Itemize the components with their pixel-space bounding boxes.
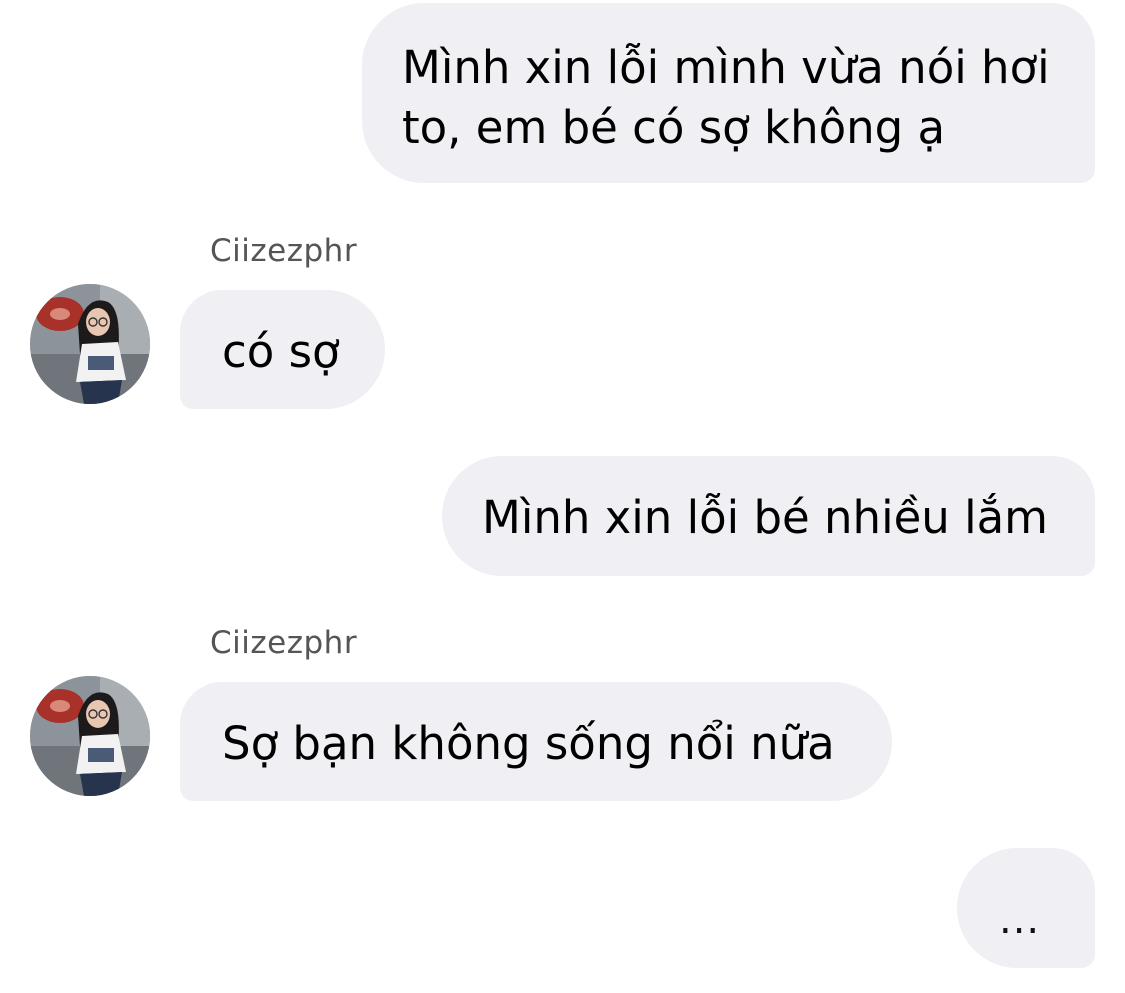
incoming-message-bubble[interactable]: Sợ bạn không sống nổi nữa: [180, 682, 892, 801]
sender-name: Ciizezphr: [210, 625, 358, 661]
profile-photo-icon: [30, 676, 150, 796]
outgoing-message-bubble[interactable]: ...: [957, 848, 1095, 968]
profile-photo-icon: [30, 284, 150, 404]
message-text: Mình xin lỗi mình vừa nói hơi to, em bé …: [402, 41, 1050, 154]
message-text: ...: [999, 897, 1041, 943]
outgoing-message-bubble[interactable]: Mình xin lỗi mình vừa nói hơi to, em bé …: [362, 3, 1095, 183]
outgoing-message-bubble[interactable]: Mình xin lỗi bé nhiều lắm: [442, 456, 1095, 576]
message-text: Mình xin lỗi bé nhiều lắm: [482, 491, 1048, 544]
sender-avatar[interactable]: [30, 284, 150, 404]
message-text: Sợ bạn không sống nổi nữa: [222, 717, 835, 770]
chat-thread: Mình xin lỗi mình vừa nói hơi to, em bé …: [0, 0, 1125, 993]
message-text: có sợ: [222, 325, 340, 378]
incoming-message-bubble[interactable]: có sợ: [180, 290, 385, 409]
sender-name: Ciizezphr: [210, 233, 358, 269]
sender-avatar[interactable]: [30, 676, 150, 796]
